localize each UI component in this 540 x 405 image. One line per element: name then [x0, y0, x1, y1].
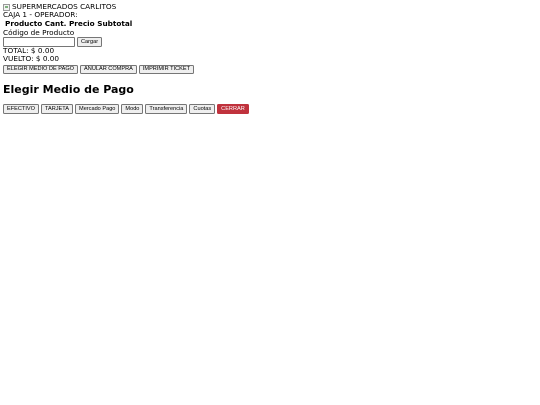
- change-amount: VUELTO: $ 0.00: [3, 54, 60, 64]
- payment-option-modo-button[interactable]: Modo: [121, 104, 144, 114]
- choose-payment-method-button[interactable]: ELEGIR MEDIO DE PAGO: [3, 64, 79, 75]
- product-code-label: Código de Producto: [3, 27, 75, 37]
- load-product-button[interactable]: Cargar: [77, 37, 103, 47]
- products-table-header: Producto Cant. Precio Subtotal: [3, 20, 537, 29]
- cancel-purchase-button[interactable]: ANULAR COMPRA: [80, 64, 137, 75]
- caja-operator-line: CAJA 1 - OPERADOR:: [3, 10, 78, 20]
- payment-option-mercado-pago-button[interactable]: Mercado Pago: [75, 104, 120, 114]
- column-header-subtotal: Subtotal: [97, 19, 133, 29]
- payment-options: EFECTIVO TARJETA Mercado Pago Modo Trans…: [3, 104, 537, 114]
- payment-option-cuotas-button[interactable]: Cuotas: [189, 104, 216, 114]
- payment-option-transferencia-button[interactable]: Transferencia: [145, 104, 188, 114]
- close-modal-button[interactable]: CERRAR: [217, 104, 249, 114]
- store-logo-broken-image-icon: [3, 3, 10, 11]
- total-amount: TOTAL: $ 0.00: [3, 46, 55, 56]
- pos-app: SUPERMERCADOS CARLITOS CAJA 1 - OPERADOR…: [3, 2, 537, 114]
- payment-option-efectivo-button[interactable]: EFECTIVO: [3, 104, 39, 114]
- store-header: SUPERMERCADOS CARLITOS: [3, 2, 537, 11]
- product-code-row: Cargar: [3, 37, 537, 48]
- payment-modal-title: Elegir Medio de Pago: [3, 83, 134, 97]
- print-ticket-button[interactable]: IMPRIMIR TICKET: [138, 64, 194, 75]
- actions-toolbar: ELEGIR MEDIO DE PAGO ANULAR COMPRA IMPRI…: [3, 64, 537, 75]
- payment-option-tarjeta-button[interactable]: TARJETA: [40, 104, 74, 114]
